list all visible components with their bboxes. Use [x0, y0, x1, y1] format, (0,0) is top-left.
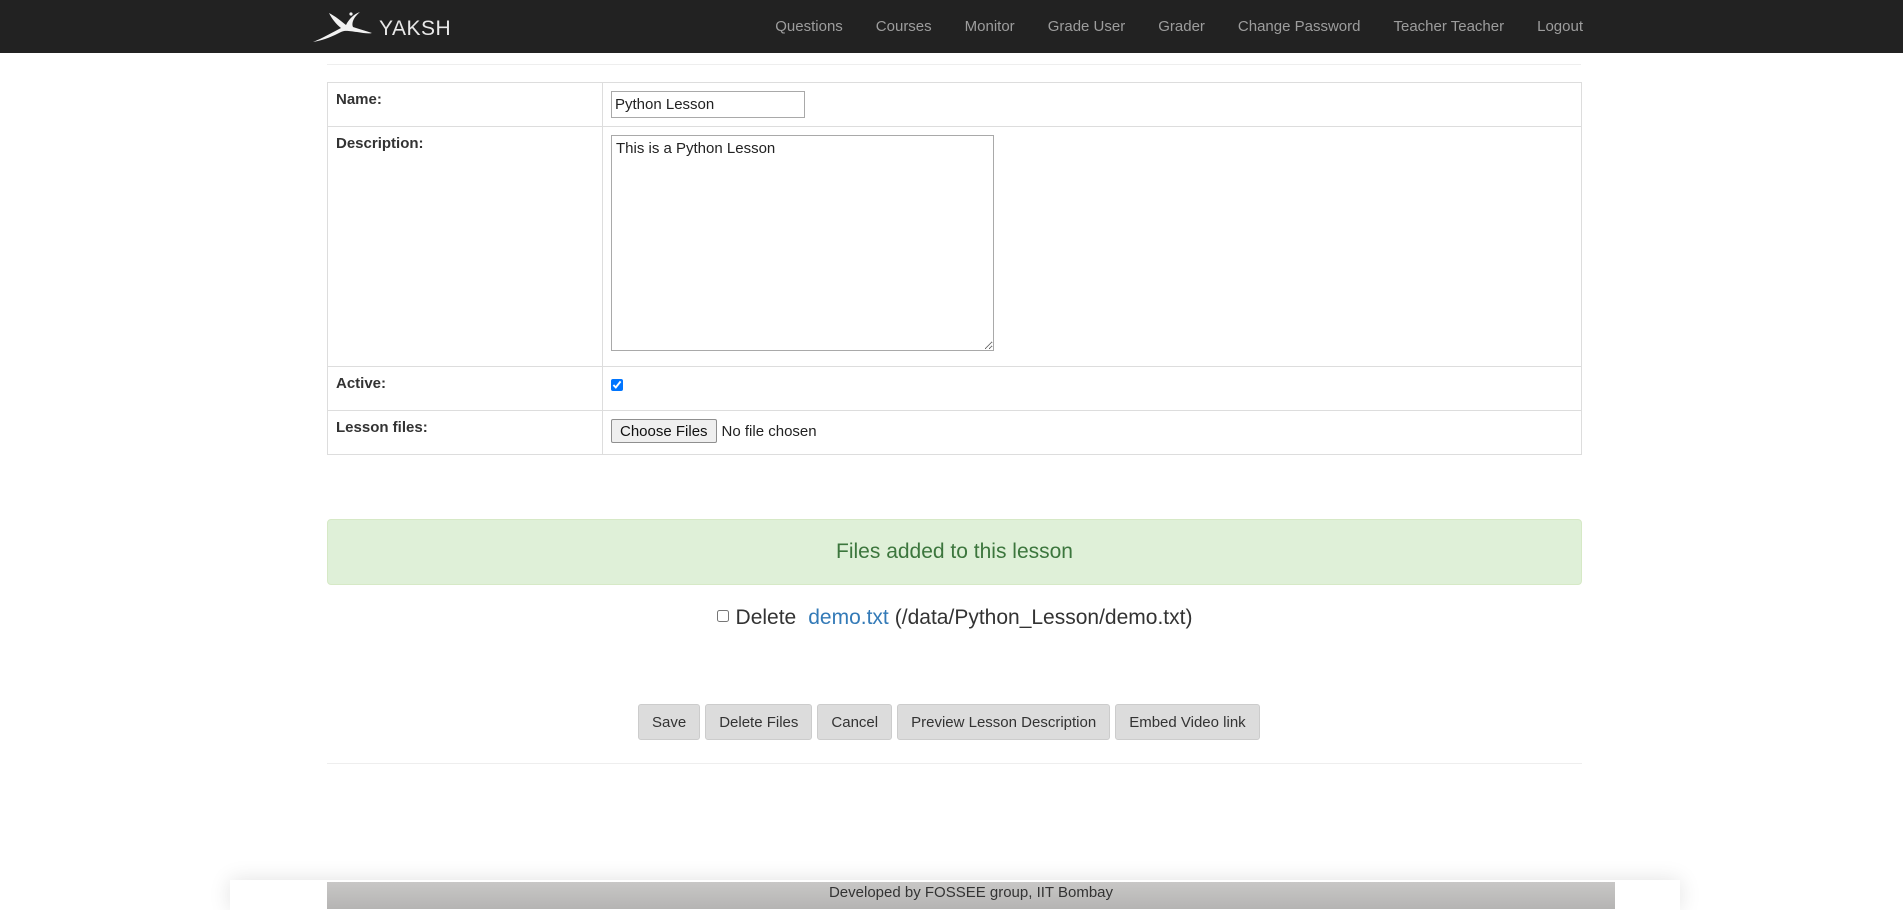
embed-video-button[interactable]: Embed Video link	[1115, 704, 1260, 740]
lesson-form-table: Name: Description: This is a Python Less…	[327, 82, 1582, 455]
description-textarea[interactable]: This is a Python Lesson	[611, 135, 994, 351]
file-picker: Choose Files No file chosen	[611, 419, 1573, 443]
delete-label: Delete	[735, 606, 797, 629]
name-label: Name:	[327, 82, 603, 127]
description-cell: This is a Python Lesson	[602, 126, 1582, 367]
alert-text: Files added to this lesson	[836, 540, 1073, 563]
no-file-text: No file chosen	[721, 422, 817, 440]
active-row: Active:	[327, 366, 1582, 411]
lesson-files-cell: Choose Files No file chosen	[602, 410, 1582, 455]
crane-logo-icon	[313, 12, 372, 42]
delete-files-button[interactable]: Delete Files	[705, 704, 813, 740]
description-label: Description:	[327, 126, 603, 367]
top-divider	[327, 64, 1581, 65]
lesson-files-row: Lesson files: Choose Files No file chose…	[327, 410, 1582, 455]
nav-change-password[interactable]: Change Password	[1238, 18, 1361, 35]
name-input[interactable]	[611, 91, 805, 118]
nav-menu: Questions Courses Monitor Grade User Gra…	[742, 0, 1583, 53]
nav-user-name[interactable]: Teacher Teacher	[1393, 18, 1504, 35]
cancel-button[interactable]: Cancel	[817, 704, 893, 740]
delete-file-checkbox[interactable]	[716, 610, 729, 622]
footer: Developed by FOSSEE group, IIT Bombay	[327, 882, 1615, 909]
save-button[interactable]: Save	[638, 704, 701, 740]
name-row: Name:	[327, 82, 1582, 127]
nav-grade-user[interactable]: Grade User	[1048, 18, 1126, 35]
brand-link[interactable]: YAKSH	[311, 10, 451, 44]
file-list-item: Delete demo.txt (/data/Python_Lesson/dem…	[0, 606, 1903, 630]
nav-grader[interactable]: Grader	[1158, 18, 1205, 35]
nav-courses[interactable]: Courses	[876, 18, 932, 35]
description-row: Description: This is a Python Lesson	[327, 126, 1582, 367]
active-checkbox[interactable]	[611, 379, 623, 391]
navbar: YAKSH Questions Courses Monitor Grade Us…	[0, 0, 1903, 53]
active-cell	[602, 366, 1582, 411]
bottom-divider	[327, 763, 1582, 764]
preview-description-button[interactable]: Preview Lesson Description	[897, 704, 1111, 740]
nav-questions[interactable]: Questions	[775, 18, 843, 35]
footer-text: Developed by FOSSEE group, IIT Bombay	[828, 884, 1114, 901]
choose-files-button[interactable]: Choose Files	[611, 419, 717, 443]
nav-logout[interactable]: Logout	[1537, 18, 1583, 35]
lesson-files-label: Lesson files:	[327, 410, 603, 455]
action-buttons: Save Delete Files Cancel Preview Lesson …	[638, 704, 1265, 740]
active-label: Active:	[327, 366, 603, 411]
nav-monitor[interactable]: Monitor	[965, 18, 1015, 35]
file-link[interactable]: demo.txt	[808, 606, 889, 630]
file-path: (/data/Python_Lesson/demo.txt)	[894, 606, 1193, 629]
brand-name: YAKSH	[379, 17, 452, 40]
files-added-alert: Files added to this lesson	[327, 519, 1582, 585]
name-cell	[602, 82, 1582, 127]
